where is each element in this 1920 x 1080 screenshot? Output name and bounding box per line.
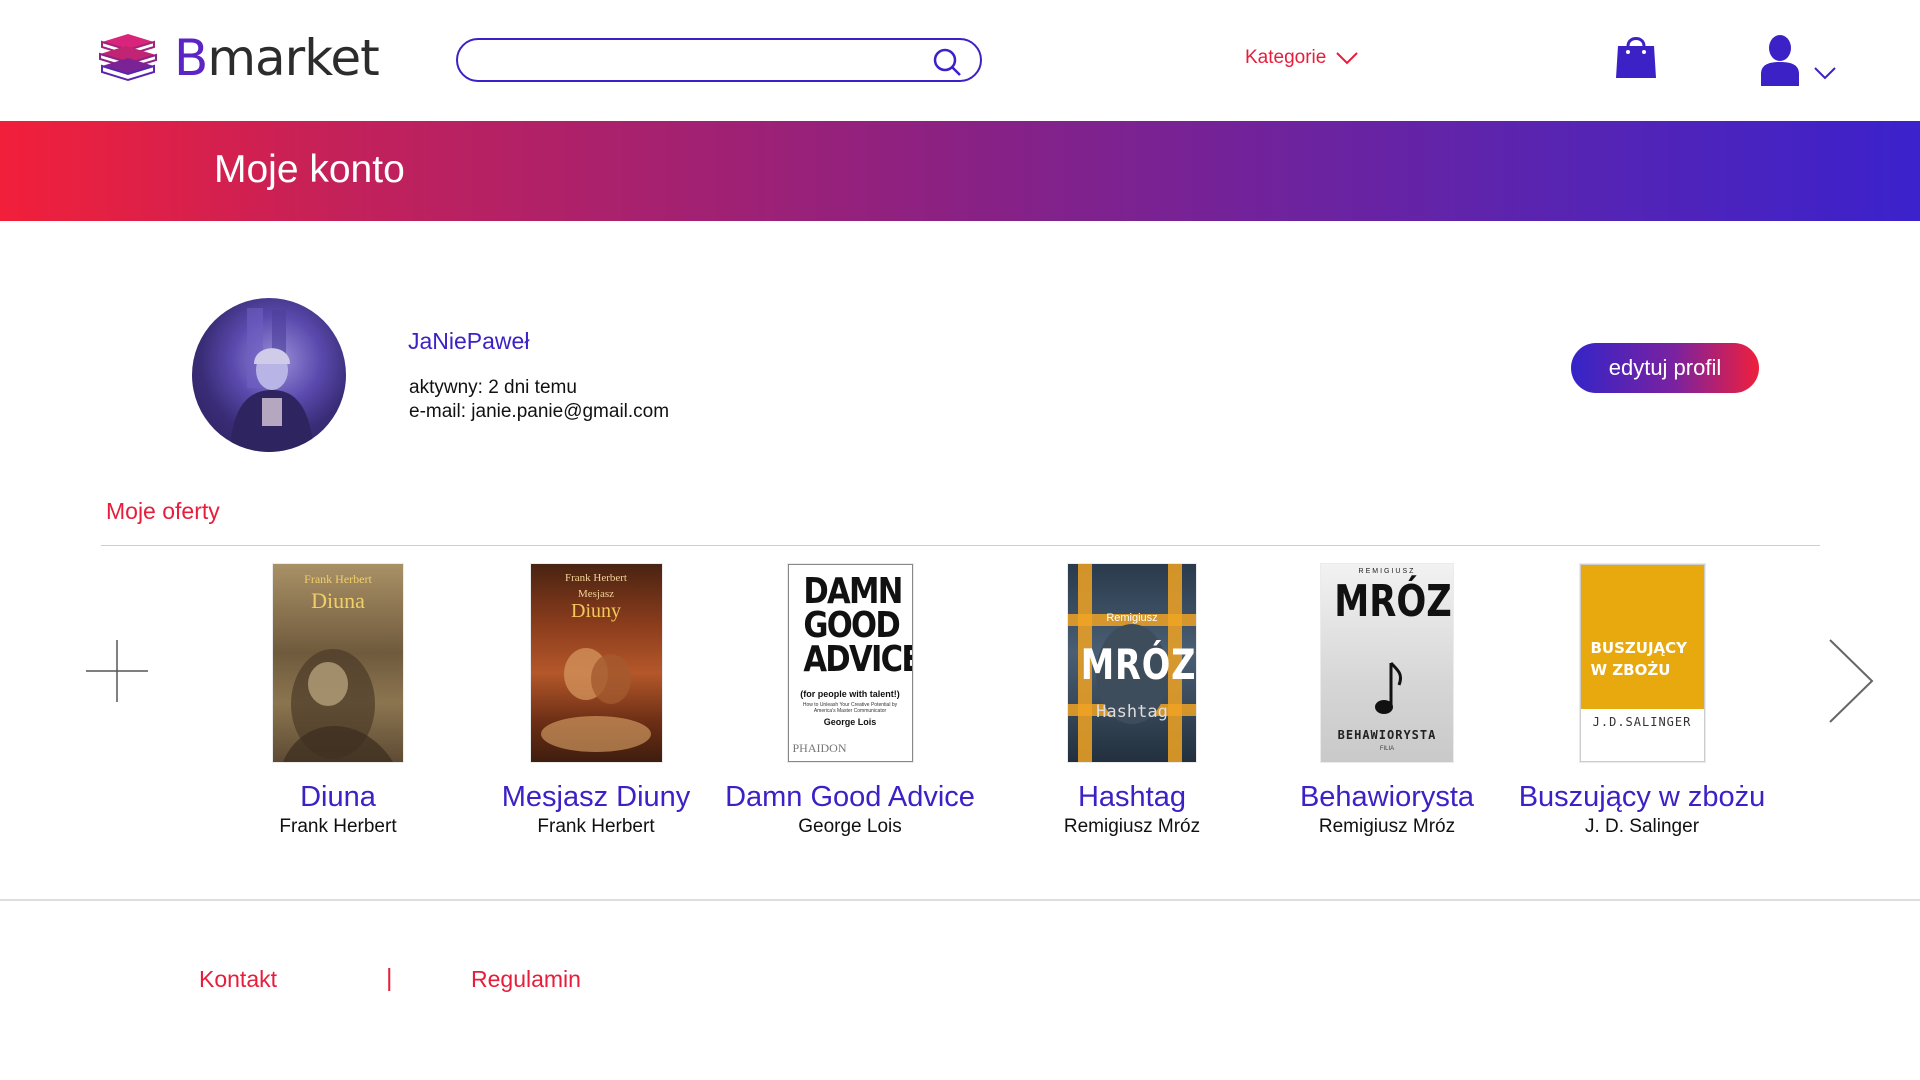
categories-label: Kategorie [1245,47,1327,68]
chevron-right-icon[interactable] [1828,638,1874,724]
cover-author: Frank Herbert [564,572,627,584]
book-card[interactable]: Remigiusz MRÓZ Hashtag Hashtag Remigiusz… [1007,564,1257,838]
cover-author: REMIGIUSZ [1358,568,1416,575]
header: Bmarket Kategorie [0,0,1920,121]
profile-details: aktywny: 2 dni temu e-mail: janie.panie@… [409,376,669,424]
footer-divider [0,899,1920,901]
book-card[interactable]: Frank Herbert Diuna Diuna Frank Herbert [213,564,463,838]
book-cover[interactable]: DAMN GOOD ADVICE (for people with talent… [787,564,913,762]
footer-separator: | [386,964,393,992]
search-bar [456,38,982,82]
cover-author: J.D.SALINGER [1592,715,1692,729]
cover-author: Frank Herbert [304,572,372,586]
cover-title: MRÓZ [1334,576,1452,627]
book-card[interactable]: Frank Herbert Mesjasz Diuny Mesjasz Diun… [471,564,721,838]
book-author: Remigiusz Mróz [1063,816,1201,837]
chevron-down-icon [1814,67,1836,80]
cover-title: MRÓZ [1080,640,1196,689]
book-author: George Lois [798,816,902,837]
search-input[interactable] [478,40,922,80]
logo[interactable]: Bmarket [96,29,380,87]
book-title[interactable]: Buszujący w zbożu [1517,780,1767,814]
cover-publisher: FILIA [1379,746,1395,752]
book-title[interactable]: Diuna [213,780,463,814]
footer-link-contact[interactable]: Kontakt [199,966,277,993]
divider [101,545,1820,546]
username: JaNiePaweł [408,328,530,354]
book-author: J. D. Salinger [1584,816,1700,837]
page-title: Moje konto [214,148,405,191]
book-card[interactable]: DAMN GOOD ADVICE (for people with talent… [725,564,975,838]
book-title[interactable]: Hashtag [1007,780,1257,814]
book-cover[interactable]: Frank Herbert Diuna [273,564,403,762]
cover-author: Remigiusz [1106,612,1158,624]
books-logo-icon [96,32,160,84]
book-title[interactable]: Damn Good Advice [725,780,975,814]
footer-link-terms[interactable]: Regulamin [471,966,581,993]
categories-dropdown[interactable]: Kategorie [1245,47,1359,69]
book-card[interactable]: BUSZUJĄCY W ZBOŻU J.D.SALINGER Buszujący… [1517,564,1767,838]
user-menu[interactable] [1760,34,1836,86]
book-cover[interactable]: Frank Herbert Mesjasz Diuny [530,564,662,762]
book-cover[interactable]: Remigiusz MRÓZ Hashtag [1068,564,1196,762]
email: e-mail: janie.panie@gmail.com [409,401,670,422]
cover-subtitle: BEHAWIORYSTA [1337,728,1437,742]
book-title[interactable]: Behawiorysta [1262,780,1512,814]
logo-text: Bmarket [174,29,380,87]
book-author: Frank Herbert [537,816,655,837]
chevron-down-icon [1336,52,1359,65]
cover-title: Diuny [571,600,621,622]
search-icon[interactable] [932,47,962,82]
book-cover[interactable]: BUSZUJĄCY W ZBOŻU J.D.SALINGER [1579,564,1705,762]
cover-title: BUSZUJĄCY W ZBOŻU [1590,639,1688,679]
cover-subtitle: Hashtag [1096,702,1168,722]
edit-profile-button[interactable]: edytuj profil [1571,343,1759,393]
cover-author: George Lois [823,717,877,727]
book-author: Frank Herbert [279,816,397,837]
user-icon [1761,35,1799,86]
shopping-bag-icon[interactable] [1614,32,1658,85]
cover-publisher: PHAIDON [792,741,847,755]
cover-subtitle: Mesjasz [577,588,615,600]
plus-icon[interactable] [86,640,148,702]
book-cover[interactable]: REMIGIUSZ MRÓZ BEHAWIORYSTA FILIA [1321,564,1453,762]
book-author: Remigiusz Mróz [1318,816,1456,837]
offers-title: Moje oferty [106,498,220,524]
page-banner: Moje konto [0,121,1920,221]
last-active: aktywny: 2 dni temu [409,377,577,398]
book-card[interactable]: REMIGIUSZ MRÓZ BEHAWIORYSTA FILIA Behawi… [1262,564,1512,838]
cover-title: Diuna [311,588,365,613]
cover-title: DAMN GOOD ADVICE [802,571,913,680]
avatar [192,298,346,452]
cover-subtitle: (for people with talent!) [800,689,900,699]
cover-tagline: How to Unleash Your Creative Potential b… [802,702,898,714]
book-title[interactable]: Mesjasz Diuny [471,780,721,814]
